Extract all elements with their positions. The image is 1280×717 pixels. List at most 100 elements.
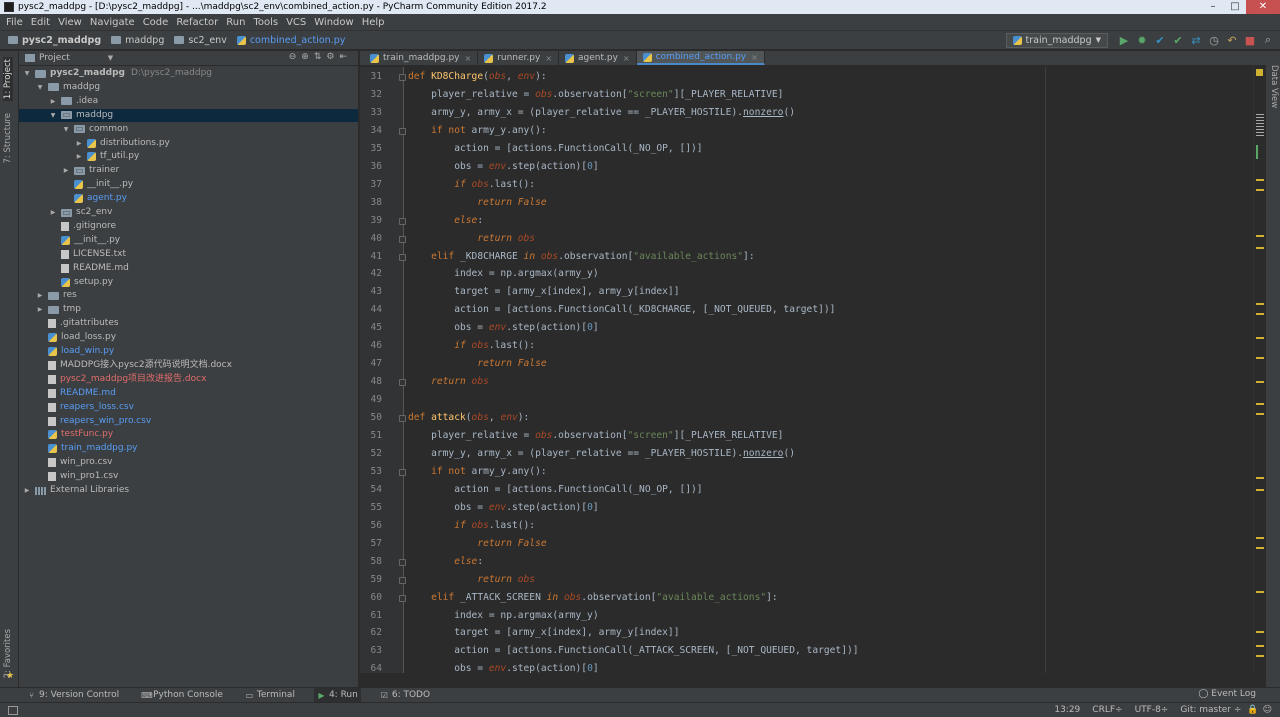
search-everywhere-icon[interactable]: ⌕ xyxy=(1260,32,1276,48)
tree-node[interactable]: pysc2_maddpg项目改进报告.docx xyxy=(36,373,206,386)
vcs-update-icon[interactable]: ✔ xyxy=(1152,32,1168,48)
tree-node[interactable]: reapers_win_pro.csv xyxy=(36,415,151,428)
hide-icon[interactable]: ⇤ xyxy=(339,52,352,62)
tree-node[interactable]: setup.py xyxy=(49,276,113,289)
warning-marker[interactable] xyxy=(1256,357,1264,359)
tree-node[interactable]: ▼ maddpg xyxy=(19,108,358,122)
vcs-commit-icon[interactable]: ✔ xyxy=(1170,32,1186,48)
run-config-selector[interactable]: train_maddpg ▼ xyxy=(1005,32,1108,48)
close-icon[interactable]: × xyxy=(623,54,630,63)
fold-icon[interactable] xyxy=(399,253,406,261)
chevron-right-icon[interactable]: ▶ xyxy=(36,289,44,302)
fold-icon[interactable] xyxy=(399,594,406,602)
fold-icon[interactable] xyxy=(399,468,406,476)
menu-help[interactable]: Help xyxy=(362,17,385,28)
fold-icon[interactable] xyxy=(399,576,406,584)
inspector-icon[interactable]: ☺ xyxy=(1263,705,1272,715)
warning-marker[interactable] xyxy=(1256,189,1264,191)
menu-run[interactable]: Run xyxy=(226,17,245,28)
fold-icon[interactable] xyxy=(399,127,406,135)
breadcrumb-sc2-env[interactable]: sc2_env xyxy=(174,35,227,46)
chevron-down-icon[interactable]: ▼ xyxy=(23,67,31,80)
change-marker[interactable] xyxy=(1256,145,1258,159)
tree-node[interactable]: ▶ res xyxy=(36,289,77,302)
chevron-right-icon[interactable]: ▶ xyxy=(23,484,31,497)
warning-marker[interactable] xyxy=(1256,179,1264,181)
revert-icon[interactable]: ↶ xyxy=(1224,32,1240,48)
breadcrumb-project[interactable]: pysc2_maddpg xyxy=(8,35,101,46)
file-encoding[interactable]: UTF-8÷ xyxy=(1135,705,1169,715)
fold-icon[interactable] xyxy=(399,217,406,225)
tree-node[interactable]: .gitattributes xyxy=(36,317,119,330)
run-icon[interactable]: ▶ xyxy=(1116,32,1132,48)
maximize-button[interactable]: □ xyxy=(1224,0,1246,14)
warning-marker[interactable] xyxy=(1256,645,1264,647)
tree-node[interactable]: __init__.py xyxy=(49,234,120,247)
tree-node[interactable]: ▶ tf_util.py xyxy=(75,150,139,163)
tree-node[interactable]: agent.py xyxy=(62,192,127,205)
menu-edit[interactable]: Edit xyxy=(31,17,50,28)
tree-node[interactable]: LICENSE.txt xyxy=(49,248,126,261)
warning-marker[interactable] xyxy=(1256,655,1264,657)
tool-tab[interactable]: ▭ Terminal xyxy=(242,688,298,702)
editor-tab[interactable]: train_maddpg.py × xyxy=(364,51,479,65)
tree-node[interactable]: reapers_loss.csv xyxy=(36,401,134,414)
tree-node[interactable]: testFunc.py xyxy=(36,428,113,441)
tree-node[interactable]: win_pro.csv xyxy=(36,456,112,469)
chevron-down-icon[interactable]: ▼ xyxy=(49,109,57,122)
scroll-thumb[interactable] xyxy=(1256,114,1264,136)
close-icon[interactable]: × xyxy=(464,54,471,63)
warning-marker[interactable] xyxy=(1256,235,1264,237)
editor-tab[interactable]: runner.py × xyxy=(478,51,560,65)
tool-tab-data-view[interactable]: Data View xyxy=(1269,65,1279,108)
tree-node[interactable]: ▶ trainer xyxy=(62,164,120,177)
collapse-all-icon[interactable]: ⊖ xyxy=(289,52,302,62)
fold-icon[interactable] xyxy=(399,379,406,387)
menu-file[interactable]: File xyxy=(6,17,23,28)
tool-tab[interactable]: ⑂ 9: Version Control xyxy=(24,688,122,702)
tree-node[interactable]: load_loss.py xyxy=(36,331,116,344)
chevron-right-icon[interactable]: ▶ xyxy=(75,150,83,163)
tree-node[interactable]: ▼ common xyxy=(62,123,129,136)
tool-tab[interactable]: ☑ 6: TODO xyxy=(377,688,433,702)
tree-node[interactable]: ▶ tmp xyxy=(36,303,81,316)
tree-node[interactable]: ▼ maddpg xyxy=(36,81,100,94)
fold-icon[interactable] xyxy=(399,415,406,423)
tree-node[interactable]: ▼ pysc2_maddpg D:\pysc2_maddpg xyxy=(23,67,212,80)
warning-marker[interactable] xyxy=(1256,413,1264,415)
gear-icon[interactable]: ⚙ xyxy=(326,52,339,62)
chevron-down-icon[interactable]: ▼ xyxy=(36,81,44,94)
tree-node[interactable]: __init__.py xyxy=(62,178,133,191)
tree-node[interactable]: README.md xyxy=(36,387,116,400)
tool-tab-structure[interactable]: 7: Structure xyxy=(3,113,13,164)
menu-code[interactable]: Code xyxy=(143,17,169,28)
toggle-tool-windows-icon[interactable] xyxy=(8,706,18,715)
git-branch[interactable]: Git: master ÷ xyxy=(1180,705,1241,715)
menu-vcs[interactable]: VCS xyxy=(286,17,306,28)
stop-icon[interactable]: ■ xyxy=(1242,32,1258,48)
line-separator[interactable]: CRLF÷ xyxy=(1092,705,1122,715)
tree-node[interactable]: ▶ .idea xyxy=(49,95,98,108)
close-icon[interactable]: × xyxy=(751,53,758,62)
lock-icon[interactable]: 🔒 xyxy=(1247,705,1258,715)
close-button[interactable]: ✕ xyxy=(1246,0,1280,14)
chevron-right-icon[interactable]: ▶ xyxy=(49,206,57,219)
tree-node[interactable]: win_pro1.csv xyxy=(36,470,118,483)
warning-marker[interactable] xyxy=(1256,303,1264,305)
menu-tools[interactable]: Tools xyxy=(253,17,278,28)
vcs-compare-icon[interactable]: ⇄ xyxy=(1188,32,1204,48)
menu-navigate[interactable]: Navigate xyxy=(90,17,135,28)
debug-icon[interactable]: ✹ xyxy=(1134,32,1150,48)
tool-tab[interactable]: ▶ 4: Run xyxy=(313,688,361,702)
warning-marker[interactable] xyxy=(1256,537,1264,539)
caret-position[interactable]: 13:29 xyxy=(1054,705,1080,715)
warning-marker[interactable] xyxy=(1256,591,1264,593)
chevron-right-icon[interactable]: ▶ xyxy=(36,303,44,316)
tree-node[interactable]: MADDPG接入pysc2源代码说明文档.docx xyxy=(36,359,232,372)
fold-icon[interactable] xyxy=(399,558,406,566)
chevron-down-icon[interactable]: ▼ xyxy=(108,54,113,62)
tool-tab[interactable]: ⌨ Python Console xyxy=(138,688,226,702)
warning-marker[interactable] xyxy=(1256,631,1264,633)
warning-marker[interactable] xyxy=(1256,489,1264,491)
minimize-button[interactable]: – xyxy=(1202,0,1224,14)
